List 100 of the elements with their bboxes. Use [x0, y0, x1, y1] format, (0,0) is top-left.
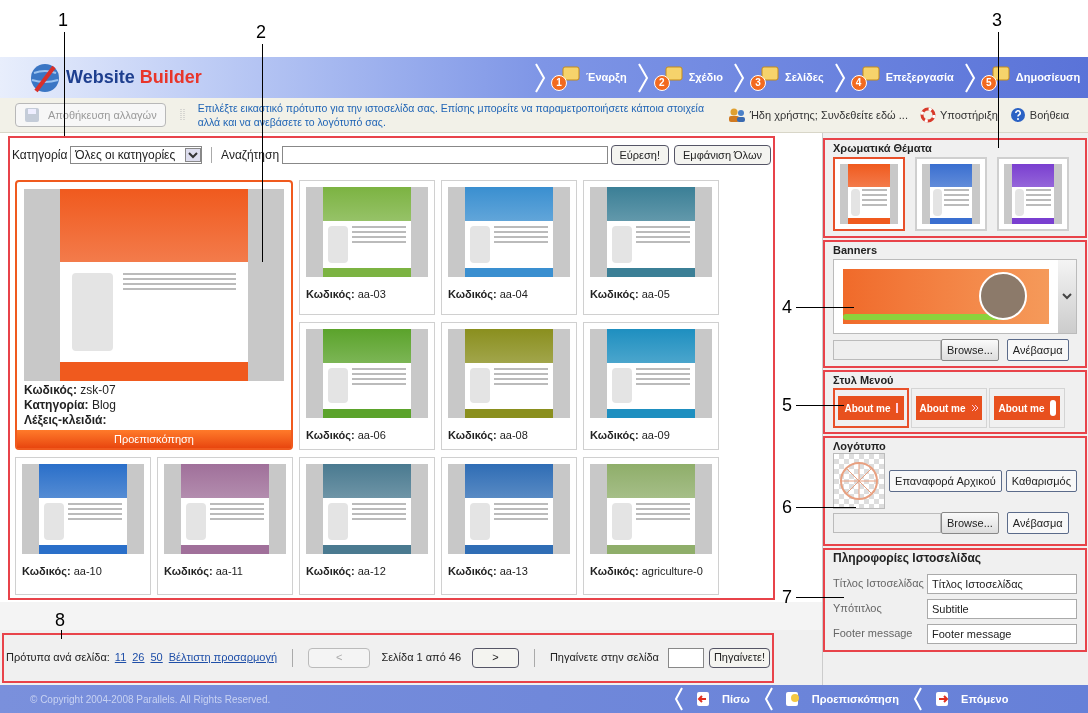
leader-line	[796, 307, 854, 308]
upload-button[interactable]: Ανέβασμα	[1006, 339, 1069, 361]
chevron-down-icon	[185, 148, 202, 162]
reset-original-button[interactable]: Επαναφορά Αρχικού	[889, 470, 1002, 492]
step-tab[interactable]: 5 Δημοσίευση	[959, 57, 1087, 98]
leader-line	[61, 630, 62, 639]
template-code: Κωδικός: aa-10	[22, 564, 103, 579]
leader-line	[796, 597, 844, 598]
file-path-field[interactable]	[833, 340, 941, 360]
text-field[interactable]: Footer message	[927, 623, 1077, 644]
keywords-label: Λέξεις-κλειδιά:	[24, 413, 108, 428]
callout-number: 3	[992, 10, 1002, 30]
callout-number: 1	[58, 10, 68, 30]
next-page-button[interactable]: >	[472, 647, 519, 668]
browse-button[interactable]: Browse...	[941, 339, 999, 361]
template-card[interactable]: Κωδικός: aa-12	[299, 457, 435, 595]
per-page-link[interactable]: 50	[150, 649, 163, 666]
field-label: Υπότιτλος	[833, 601, 883, 617]
chevron-separator-icon	[733, 62, 746, 93]
template-code: Κωδικός: aa-12	[306, 564, 387, 579]
login-link[interactable]: Ήδη χρήστης; Συνδεθείτε εδώ ...	[749, 106, 908, 124]
page-indicator: Σελίδα 1 από 46	[381, 650, 462, 666]
template-card[interactable]: Κωδικός: zsk-07 Κατηγορία: Blog Λέξεις-κλειδιά: Προεπισκόπηση	[15, 180, 293, 450]
find-button[interactable]: Εύρεση!	[610, 145, 669, 165]
leader-line	[796, 405, 844, 406]
per-page-link[interactable]: 26	[132, 649, 145, 666]
per-page-link[interactable]: 11	[114, 649, 127, 666]
template-code: Κωδικός: aa-04	[448, 287, 529, 302]
template-category: Κατηγορία: Blog	[24, 398, 117, 413]
callout-number: 7	[782, 587, 792, 607]
template-code: Κωδικός: zsk-07	[24, 383, 117, 398]
help-link[interactable]: Βοήθεια	[1029, 106, 1070, 124]
app-logo-text: Website Builder	[66, 66, 202, 89]
back-button[interactable]: Πίσω	[670, 685, 760, 713]
category-dropdown[interactable]: Όλες οι κατηγορίες	[70, 146, 203, 164]
step-tab[interactable]: 4 Επεξεργασία	[829, 57, 960, 98]
field-label: Τίτλος Ιστοσελίδας	[833, 576, 925, 592]
theme-option[interactable]	[915, 157, 987, 231]
menu-style-option[interactable]: About me	[911, 388, 987, 428]
callout-number: 6	[782, 497, 792, 517]
template-code: Κωδικός: aa-09	[590, 427, 671, 443]
section-title: Χρωματικά Θέματα	[833, 141, 933, 155]
callout-number: 8	[55, 610, 65, 630]
per-page-link[interactable]: Βέλτιστη προσαρμογή	[168, 649, 278, 666]
template-code: Κωδικός: aa-08	[448, 427, 529, 443]
chevron-left-icon	[913, 687, 924, 711]
menu-style-option[interactable]: About me	[989, 388, 1065, 428]
section-title: Banners	[833, 243, 879, 257]
template-card[interactable]: Κωδικός: aa-05	[583, 180, 719, 315]
template-code: Κωδικός: agriculture-0	[590, 564, 704, 579]
preview-button[interactable]: Προεπισκόπηση	[759, 685, 910, 713]
template-card[interactable]: Κωδικός: aa-04	[441, 180, 577, 315]
show-all-button[interactable]: Εμφάνιση Όλων	[674, 145, 771, 165]
template-card[interactable]: Κωδικός: aa-11	[157, 457, 293, 595]
text-field[interactable]: Τίτλος Ιστοσελίδας	[927, 573, 1077, 594]
browse-button[interactable]: Browse...	[941, 512, 999, 534]
text-field[interactable]: Subtitle	[927, 598, 1077, 619]
template-card[interactable]: Κωδικός: aa-13	[441, 457, 577, 595]
template-card[interactable]: Κωδικός: aa-08	[441, 322, 577, 450]
chevron-separator-icon	[636, 62, 649, 93]
template-code: Κωδικός: aa-13	[448, 564, 529, 579]
theme-option[interactable]	[997, 157, 1069, 231]
template-code: Κωδικός: aa-11	[164, 564, 244, 579]
search-field[interactable]	[282, 146, 608, 164]
clear-button[interactable]: Καθαρισμός	[1005, 470, 1077, 492]
lifebuoy-icon	[919, 107, 936, 123]
go-to-page-label: Πηγαίνετε στην σελίδα	[549, 650, 659, 666]
arrow-left-icon	[694, 690, 712, 708]
go-button[interactable]: Πηγαίνετε!	[708, 647, 770, 668]
callout-number: 5	[782, 395, 792, 415]
upload-button[interactable]: Ανέβασμα	[1006, 512, 1069, 534]
chevron-separator-icon	[833, 62, 846, 93]
grip-icon	[179, 108, 186, 122]
copyright-text: © Copyright 2004-2008 Parallels. All Rights Reserved.	[30, 692, 272, 707]
template-card[interactable]: Κωδικός: aa-03	[299, 180, 435, 315]
template-card[interactable]: Κωδικός: aa-09	[583, 322, 719, 450]
category-label: Κατηγορία	[12, 147, 68, 164]
support-link[interactable]: Υποστήριξη	[939, 106, 998, 124]
template-card[interactable]: Κωδικός: aa-10	[15, 457, 151, 595]
next-button[interactable]: Επόμενο	[909, 685, 1019, 713]
section-title: Στυλ Μενού	[833, 373, 895, 387]
leader-line	[796, 507, 856, 508]
chevron-separator-icon	[534, 62, 546, 93]
bar-icon	[895, 403, 898, 413]
template-code: Κωδικός: aa-05	[590, 287, 671, 302]
template-code: Κωδικός: aa-06	[306, 427, 387, 443]
menu-style-option[interactable]: About me	[833, 388, 909, 428]
page-number-field[interactable]	[667, 647, 704, 668]
field-label: Footer message	[833, 626, 914, 642]
file-path-field[interactable]	[833, 513, 941, 533]
template-card[interactable]: Κωδικός: agriculture-0	[583, 457, 719, 595]
template-card[interactable]: Κωδικός: aa-06	[299, 322, 435, 450]
callout-number: 2	[256, 22, 266, 42]
logo-image	[833, 453, 886, 509]
chevron-separator-icon	[963, 62, 976, 93]
theme-option[interactable]	[833, 157, 905, 231]
users-icon	[727, 107, 746, 123]
callout-number: 4	[782, 297, 792, 317]
section-title: Πληροφορίες Ιστοσελίδας	[833, 551, 983, 565]
chevron-down-icon[interactable]	[1062, 292, 1072, 301]
